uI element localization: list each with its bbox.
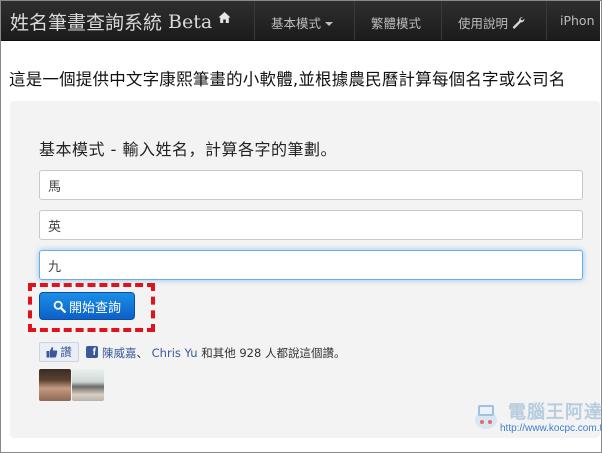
nav-instructions[interactable]: 使用說明 [458, 13, 525, 32]
name-char-3-input[interactable] [39, 250, 583, 280]
start-search-button[interactable]: 開始查詢 [39, 292, 135, 320]
nav-basic-mode[interactable]: 基本模式 [271, 13, 334, 32]
form-title: 基本模式 - 輸入姓名，計算各字的筆劃。 [39, 140, 337, 159]
social-summary: 陳威嘉、 Chris Yu 和其他 928 人都說這個讚。 [102, 345, 345, 361]
top-navbar: 姓名筆畫查詢系統 Beta 基本模式 繁體模式 使用說明 iPhon [1, 1, 600, 41]
nav-basic-mode-label: 基本模式 [271, 16, 322, 31]
friend-2-avatar[interactable] [72, 369, 104, 401]
thumbs-up-icon [46, 347, 58, 358]
watermark-title: 電腦王阿達 [508, 402, 602, 423]
home-icon[interactable] [218, 11, 231, 24]
mascot-logo-icon [475, 405, 497, 429]
brand-link[interactable]: 姓名筆畫查詢系統 Beta [10, 8, 231, 35]
name-char-2-input[interactable] [39, 210, 583, 240]
nav-traditional-mode-label: 繁體模式 [371, 16, 422, 31]
friend-1-link[interactable]: 陳威嘉 [102, 346, 137, 360]
like-label: 讚 [60, 345, 72, 359]
brand-suffix: Beta [168, 10, 213, 33]
friend-separator: 、 [136, 346, 149, 360]
nav-iphone-label: iPhon [560, 13, 595, 28]
site-watermark: 電腦王阿達 http://www.kocpc.com.tw [470, 398, 602, 440]
nav-iphone[interactable]: iPhon [560, 13, 595, 28]
page-headline: 這是一個提供中文字康熙筆畫的小軟體,並根據農民曆計算每個名字或公司名 [9, 70, 566, 89]
nav-instructions-label: 使用說明 [458, 16, 509, 31]
friend-1-avatar[interactable] [39, 369, 71, 401]
nav-traditional-mode[interactable]: 繁體模式 [371, 13, 421, 32]
name-char-1-input[interactable] [39, 170, 583, 200]
brand-title: 姓名筆畫查詢系統 [10, 12, 163, 34]
nav-divider [441, 1, 442, 40]
wrench-icon [512, 17, 525, 29]
like-count-text: 和其他 928 人都說這個讚。 [201, 346, 346, 360]
friend-2-link[interactable]: Chris Yu [152, 346, 198, 360]
start-search-label: 開始查詢 [68, 300, 121, 316]
nav-divider [546, 1, 547, 40]
watermark-url: http://www.kocpc.com.tw [500, 423, 602, 434]
like-button[interactable]: 讚 [39, 342, 79, 362]
nav-divider [354, 1, 355, 40]
facebook-icon: f [86, 346, 98, 358]
search-icon [53, 300, 66, 313]
caret-down-icon [325, 21, 334, 26]
nav-divider [254, 1, 255, 40]
